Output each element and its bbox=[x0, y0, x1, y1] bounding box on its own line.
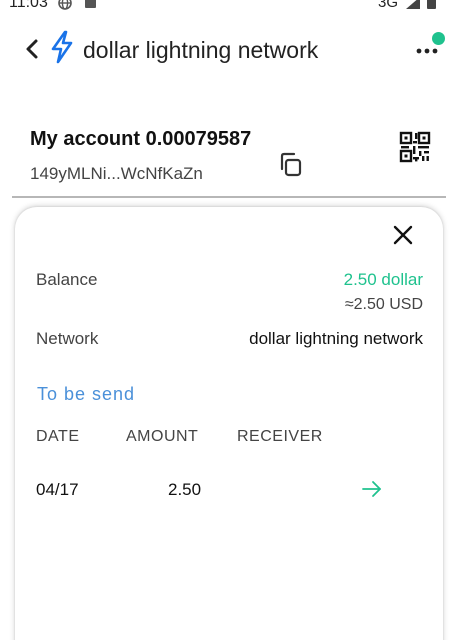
arrow-right-icon[interactable] bbox=[360, 477, 384, 501]
balance-label: Balance bbox=[36, 270, 98, 289]
notification-dot bbox=[432, 32, 445, 45]
close-icon[interactable] bbox=[391, 223, 415, 247]
column-header-receiver: RECEIVER bbox=[237, 428, 323, 445]
lightning-bolt-icon bbox=[51, 30, 73, 64]
network-label: Network bbox=[36, 329, 99, 348]
account-section: My account 0.00079587 149yMLNi...WcNfKaZ… bbox=[0, 120, 458, 200]
account-title: My account 0.00079587 bbox=[30, 128, 252, 150]
network-type: 3G bbox=[378, 0, 399, 11]
column-header-amount: AMOUNT bbox=[126, 428, 199, 445]
transaction-row[interactable]: 04/17 2.50 bbox=[15, 467, 443, 511]
account-address: 149yMLNi...WcNfKaZn bbox=[30, 164, 203, 183]
chevron-left-icon[interactable] bbox=[20, 36, 46, 62]
detail-sheet: Balance 2.50 dollar ≈2.50 USD Network do… bbox=[15, 207, 443, 640]
status-time: 11:03 bbox=[9, 0, 48, 11]
column-header-date: DATE bbox=[36, 428, 80, 445]
globe-icon bbox=[58, 0, 72, 10]
page-title: dollar lightning network bbox=[83, 37, 319, 63]
copy-icon[interactable] bbox=[277, 150, 307, 180]
signal-icon bbox=[406, 0, 420, 9]
pending-section-title: To be send bbox=[37, 384, 136, 404]
divider bbox=[12, 196, 446, 198]
qr-code-icon[interactable] bbox=[398, 130, 432, 164]
balance-fiat-value: ≈2.50 USD bbox=[344, 296, 423, 313]
app-header: dollar lightning network bbox=[0, 22, 458, 78]
battery-icon bbox=[427, 0, 436, 9]
network-value: dollar lightning network bbox=[249, 329, 423, 348]
status-bar: 11:03 3G bbox=[0, 0, 458, 14]
transaction-date: 04/17 bbox=[36, 480, 79, 499]
notification-icon bbox=[85, 0, 96, 8]
balance-value: 2.50 dollar bbox=[343, 270, 423, 289]
app-screen: 11:03 3G dollar lightning network My acc bbox=[0, 0, 458, 640]
transaction-amount: 2.50 bbox=[168, 480, 202, 499]
